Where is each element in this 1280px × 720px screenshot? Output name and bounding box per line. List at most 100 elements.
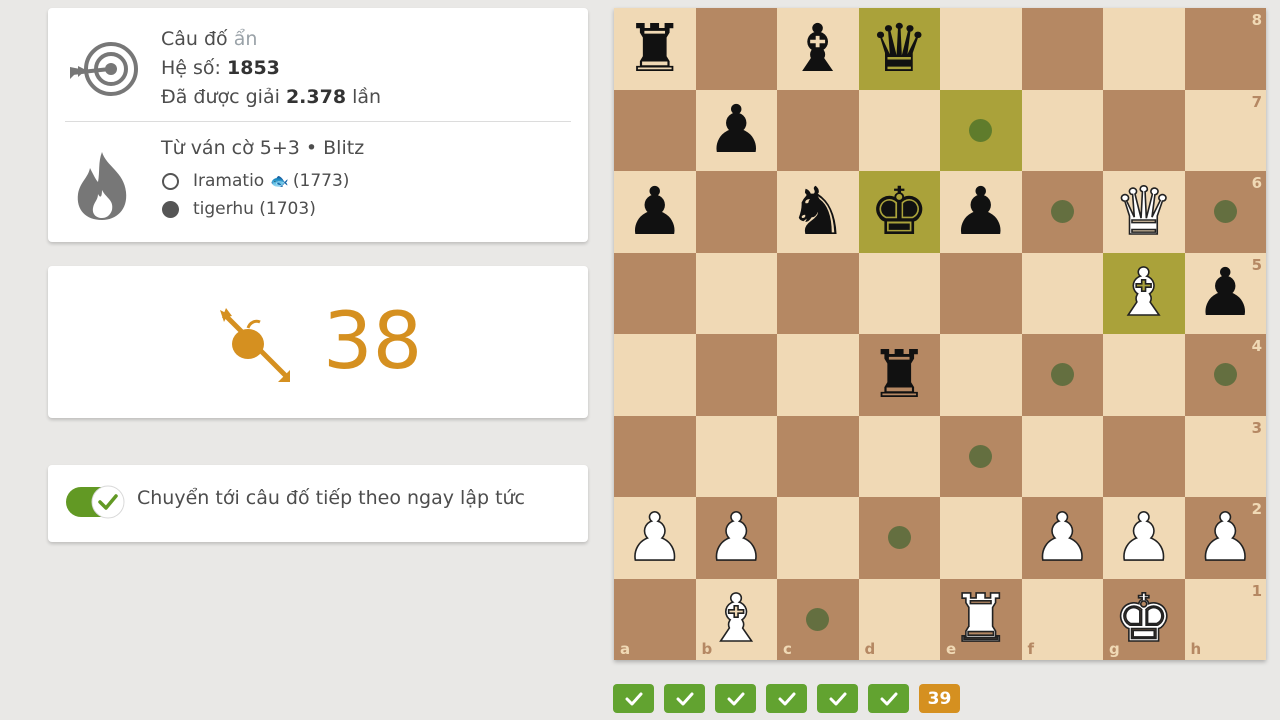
square-a6[interactable]: ♟	[614, 171, 696, 253]
square-b2[interactable]: ♟	[695, 497, 778, 579]
move-hint-dot[interactable]	[1050, 200, 1074, 223]
black-bishop-icon[interactable]: ♝	[777, 8, 859, 90]
white-bishop-icon[interactable]: ♝	[1103, 253, 1185, 335]
square-d8[interactable]: ♛	[858, 8, 941, 90]
square-d6[interactable]: ♚	[858, 171, 941, 253]
black-player-line[interactable]: tigerhu (1703)	[161, 195, 364, 223]
square-f1[interactable]: f	[1021, 578, 1103, 660]
square-e2[interactable]	[940, 497, 1022, 579]
square-d1[interactable]: d	[858, 578, 940, 660]
square-b3[interactable]	[695, 415, 777, 497]
square-a5[interactable]	[614, 252, 696, 334]
square-c2[interactable]	[777, 497, 859, 579]
square-h7[interactable]: 7	[1184, 89, 1266, 171]
square-h3[interactable]: 3	[1184, 415, 1266, 497]
black-queen-icon[interactable]: ♛	[859, 8, 941, 90]
square-c3[interactable]	[777, 415, 859, 497]
move-hint-dot[interactable]	[969, 118, 992, 142]
square-e8[interactable]	[940, 8, 1022, 90]
white-queen-icon[interactable]: ♛	[1103, 171, 1185, 253]
square-b8[interactable]	[695, 8, 777, 90]
square-a4[interactable]	[614, 334, 696, 416]
square-e4[interactable]	[940, 334, 1022, 416]
square-g8[interactable]	[1103, 8, 1185, 90]
move-hint-dot[interactable]	[969, 444, 992, 468]
square-e5[interactable]	[940, 252, 1022, 334]
black-pawn-icon[interactable]: ♟	[696, 90, 778, 172]
square-d3[interactable]	[858, 415, 940, 497]
chess-board[interactable]: ♜ ♝ ♛ 8 ♟ 7 ♟ ♞ ♚ ♟ ♛ 6 ♝ ♟ 5 ♜ 4 3 ♟ ♟ ♟ ♟ ♟ 2 a ♝ b c d ♜ e f ♚ g 1 h	[614, 8, 1266, 660]
streak-current-badge[interactable]: 39	[919, 684, 960, 713]
streak-solved-badge[interactable]	[715, 684, 756, 713]
square-c1[interactable]: c	[777, 578, 859, 660]
square-a7[interactable]	[614, 89, 696, 171]
square-b4[interactable]	[695, 334, 777, 416]
square-b1[interactable]: ♝ b	[695, 578, 777, 660]
white-player-name[interactable]: Iramatio	[193, 167, 264, 195]
square-g6[interactable]: ♛	[1103, 171, 1185, 253]
move-hint-dot[interactable]	[1213, 200, 1237, 223]
square-h2[interactable]: ♟ 2	[1184, 497, 1266, 579]
square-c8[interactable]: ♝	[777, 8, 859, 90]
square-h5[interactable]: ♟ 5	[1184, 252, 1266, 334]
white-pawn-icon[interactable]: ♟	[1103, 497, 1185, 579]
square-g2[interactable]: ♟	[1103, 497, 1185, 579]
white-pawn-icon[interactable]: ♟	[696, 497, 778, 579]
black-player-name[interactable]: tigerhu	[193, 195, 254, 223]
move-hint-dot[interactable]	[806, 607, 829, 631]
black-king-icon[interactable]: ♚	[859, 171, 941, 253]
black-pawn-icon[interactable]: ♟	[940, 171, 1022, 253]
black-pawn-icon[interactable]: ♟	[614, 171, 696, 253]
square-c5[interactable]	[777, 252, 859, 334]
square-a1[interactable]: a	[614, 578, 696, 660]
black-rook-icon[interactable]: ♜	[859, 334, 941, 416]
streak-solved-badge[interactable]	[817, 684, 858, 713]
game-source[interactable]: Từ ván cờ 5+3 • Blitz	[161, 134, 364, 163]
square-b5[interactable]	[695, 252, 777, 334]
square-f6[interactable]	[1021, 171, 1103, 253]
streak-solved-badge[interactable]	[766, 684, 807, 713]
square-h1[interactable]: 1h	[1184, 578, 1266, 660]
square-f2[interactable]: ♟	[1021, 497, 1104, 579]
white-pawn-icon[interactable]: ♟	[1022, 497, 1104, 579]
square-f3[interactable]	[1021, 415, 1103, 497]
white-player-line[interactable]: Iramatio 🐟 (1773)	[161, 167, 364, 195]
move-hint-dot[interactable]	[1050, 363, 1074, 386]
square-h8[interactable]: 8	[1184, 8, 1266, 90]
square-a3[interactable]	[614, 415, 696, 497]
square-g4[interactable]	[1103, 334, 1185, 416]
streak-solved-badge[interactable]	[868, 684, 909, 713]
square-f8[interactable]	[1021, 8, 1103, 90]
square-c7[interactable]	[777, 89, 859, 171]
move-hint-dot[interactable]	[887, 526, 911, 549]
auto-next-toggle[interactable]	[66, 484, 126, 520]
square-c4[interactable]	[777, 334, 859, 416]
white-pawn-icon[interactable]: ♟	[614, 497, 696, 579]
black-rook-icon[interactable]: ♜	[614, 8, 696, 90]
square-b6[interactable]	[695, 171, 777, 253]
streak-solved-badge[interactable]	[613, 684, 654, 713]
square-g5[interactable]: ♝	[1103, 252, 1185, 335]
square-b7[interactable]: ♟	[695, 89, 778, 172]
square-a8[interactable]: ♜	[614, 8, 696, 90]
square-e7[interactable]	[940, 89, 1022, 171]
square-c6[interactable]: ♞	[777, 171, 859, 253]
streak-solved-badge[interactable]	[664, 684, 705, 713]
square-f4[interactable]	[1021, 334, 1103, 416]
square-g3[interactable]	[1103, 415, 1185, 497]
square-d5[interactable]	[858, 252, 940, 334]
square-d7[interactable]	[858, 89, 940, 171]
square-g1[interactable]: ♚ g	[1103, 578, 1185, 660]
black-knight-icon[interactable]: ♞	[777, 171, 859, 253]
square-d4[interactable]: ♜	[858, 334, 941, 416]
square-f7[interactable]	[1021, 89, 1103, 171]
square-e6[interactable]: ♟	[940, 171, 1022, 253]
square-h4[interactable]: 4	[1184, 334, 1266, 416]
move-hint-dot[interactable]	[1213, 363, 1237, 386]
square-a2[interactable]: ♟	[614, 497, 696, 579]
square-f5[interactable]	[1021, 252, 1103, 334]
square-g7[interactable]	[1103, 89, 1185, 171]
puzzle-hidden-link[interactable]: ẩn	[234, 28, 258, 50]
square-e3[interactable]	[940, 415, 1022, 497]
square-d2[interactable]	[858, 497, 940, 579]
